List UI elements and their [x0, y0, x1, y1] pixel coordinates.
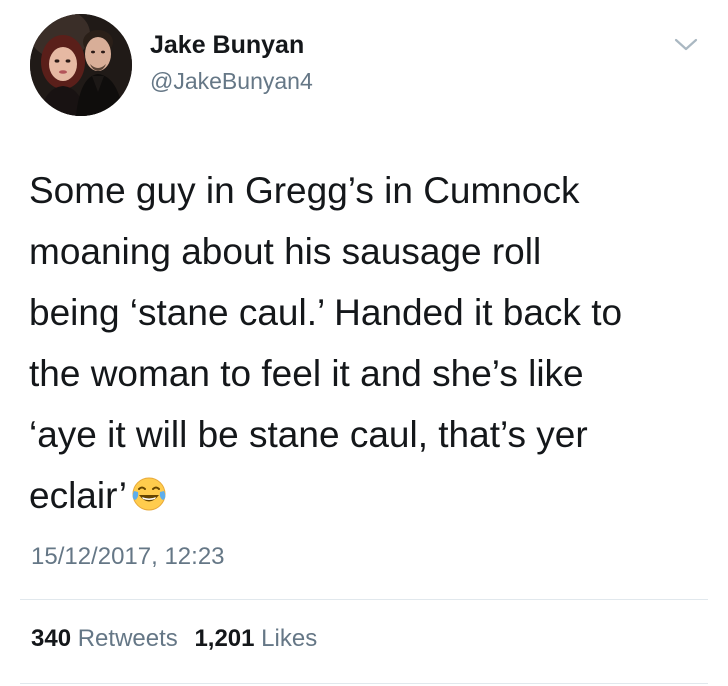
- retweets-stat[interactable]: 340 Retweets: [31, 625, 178, 652]
- face-with-tears-of-joy-icon: [131, 469, 167, 511]
- tweet-text-line: Some guy in Gregg’s in Cumnock: [29, 170, 580, 211]
- retweets-label: Retweets: [77, 625, 178, 652]
- engagement-stats: 340 Retweets 1,201 Likes: [31, 625, 327, 653]
- tweet-text: Some guy in Gregg’s in Cumnock moaning a…: [29, 160, 709, 526]
- tweet-timestamp[interactable]: 15/12/2017, 12:23: [31, 543, 225, 571]
- likes-stat[interactable]: 1,201 Likes: [194, 625, 317, 652]
- likes-count: 1,201: [194, 625, 255, 652]
- user-handle[interactable]: @JakeBunyan4: [150, 68, 313, 95]
- retweets-count: 340: [31, 625, 72, 652]
- divider: [20, 683, 708, 684]
- likes-label: Likes: [261, 625, 318, 652]
- tweet-text-line: moaning about his sausage roll: [29, 231, 542, 272]
- tweet-text-line: the woman to feel it and she’s like: [29, 353, 584, 394]
- tweet-text-last-line: eclair’: [29, 465, 709, 526]
- avatar[interactable]: [30, 14, 132, 116]
- tweet-text-line: being ‘stane caul.’ Handed it back to: [29, 292, 623, 333]
- divider: [20, 599, 708, 600]
- chevron-down-icon[interactable]: [672, 34, 700, 56]
- avatar-photo: [30, 14, 132, 116]
- tweet-card: Jake Bunyan @JakeBunyan4 Some guy in Gre…: [0, 0, 728, 686]
- display-name[interactable]: Jake Bunyan: [150, 31, 304, 60]
- tweet-text-line: eclair’: [29, 475, 128, 516]
- tweet-text-line: ‘aye it will be stane caul, that’s yer: [29, 414, 588, 455]
